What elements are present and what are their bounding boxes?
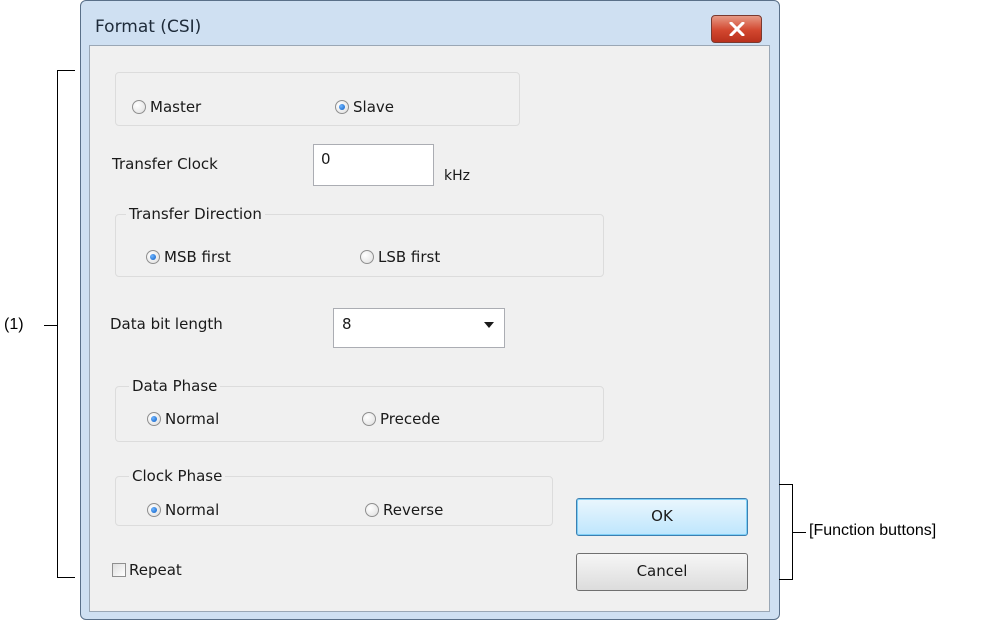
radio-clock-phase-reverse-indicator bbox=[365, 503, 379, 517]
radio-clock-phase-reverse-label: Reverse bbox=[383, 501, 444, 519]
radio-master-label: Master bbox=[150, 98, 202, 116]
close-button[interactable] bbox=[711, 15, 762, 43]
radio-slave-indicator bbox=[335, 100, 349, 114]
radio-data-phase-precede-label: Precede bbox=[380, 410, 441, 428]
radio-slave[interactable]: Slave bbox=[335, 98, 394, 116]
transfer-clock-label: Transfer Clock bbox=[112, 155, 218, 173]
chevron-down-icon bbox=[484, 322, 494, 328]
radio-data-phase-precede-indicator bbox=[362, 412, 376, 426]
transfer-clock-unit: kHz bbox=[444, 168, 470, 184]
radio-slave-label: Slave bbox=[353, 98, 394, 116]
data-bit-length-label: Data bit length bbox=[110, 315, 223, 333]
radio-msb-first[interactable]: MSB first bbox=[146, 248, 231, 266]
close-icon bbox=[729, 22, 745, 36]
radio-data-phase-normal-indicator bbox=[147, 412, 161, 426]
repeat-checkbox-label: Repeat bbox=[129, 561, 182, 579]
dialog-client-area: Master Slave Transfer Clock 0 kHz Transf… bbox=[89, 45, 770, 612]
function-buttons-label: [Function buttons] bbox=[809, 522, 937, 539]
area-1-bracket bbox=[57, 70, 75, 578]
radio-data-phase-normal[interactable]: Normal bbox=[147, 410, 219, 428]
radio-master[interactable]: Master bbox=[132, 98, 201, 116]
repeat-checkbox[interactable]: Repeat bbox=[112, 561, 182, 579]
radio-clock-phase-normal[interactable]: Normal bbox=[147, 501, 219, 519]
transfer-direction-group bbox=[115, 214, 604, 277]
radio-msb-first-label: MSB first bbox=[164, 248, 231, 266]
radio-lsb-first-indicator bbox=[360, 250, 374, 264]
data-phase-legend: Data Phase bbox=[129, 377, 221, 395]
radio-clock-phase-reverse[interactable]: Reverse bbox=[365, 501, 443, 519]
transfer-clock-input[interactable]: 0 bbox=[313, 144, 434, 186]
function-buttons-bracket bbox=[779, 484, 793, 580]
radio-lsb-first-label: LSB first bbox=[378, 248, 441, 266]
radio-data-phase-normal-label: Normal bbox=[165, 410, 220, 428]
title-bar[interactable]: Format (CSI) bbox=[81, 1, 779, 45]
dialog-window: Format (CSI) Master Slave Transfer Clock… bbox=[80, 0, 780, 620]
radio-msb-first-indicator bbox=[146, 250, 160, 264]
clock-phase-legend: Clock Phase bbox=[129, 467, 226, 485]
area-1-label: (1) bbox=[4, 316, 24, 333]
cancel-button[interactable]: Cancel bbox=[576, 553, 748, 591]
radio-data-phase-precede[interactable]: Precede bbox=[362, 410, 440, 428]
repeat-checkbox-box bbox=[112, 563, 126, 577]
radio-clock-phase-normal-indicator bbox=[147, 503, 161, 517]
data-bit-length-select[interactable]: 8 bbox=[333, 308, 505, 348]
dialog-title: Format (CSI) bbox=[95, 17, 202, 37]
radio-master-indicator bbox=[132, 100, 146, 114]
radio-clock-phase-normal-label: Normal bbox=[165, 501, 220, 519]
function-buttons-leader bbox=[792, 532, 806, 533]
area-1-leader bbox=[44, 325, 58, 326]
data-bit-length-value: 8 bbox=[342, 315, 352, 333]
transfer-direction-legend: Transfer Direction bbox=[126, 205, 265, 223]
ok-button[interactable]: OK bbox=[576, 498, 748, 536]
radio-lsb-first[interactable]: LSB first bbox=[360, 248, 440, 266]
